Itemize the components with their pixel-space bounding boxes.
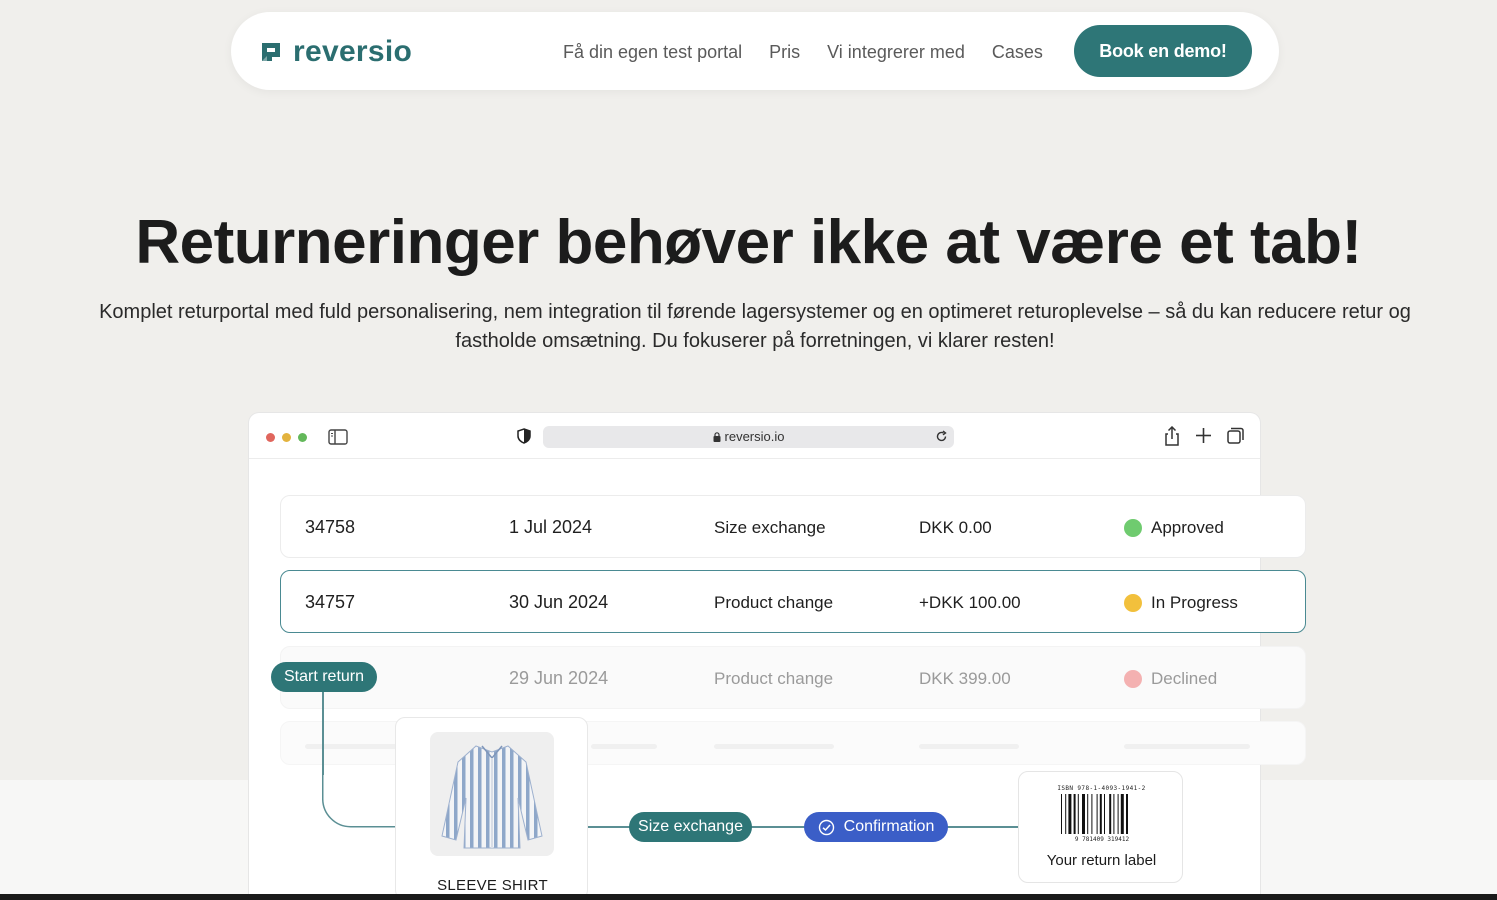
address-bar[interactable]: reversio.io bbox=[543, 426, 954, 448]
return-amount: DKK 0.00 bbox=[919, 517, 992, 537]
isbn-text: ISBN 978-1-4093-1941-2 bbox=[1057, 785, 1146, 792]
return-amount: DKK 399.00 bbox=[919, 668, 1011, 688]
reload-icon[interactable] bbox=[935, 430, 948, 443]
shield-icon bbox=[517, 428, 531, 444]
hero-subtitle-line2: fastholde omsætning. Du fokuserer på for… bbox=[455, 330, 1055, 352]
browser-toolbar: reversio.io bbox=[249, 413, 1260, 459]
return-id: 34758 bbox=[305, 517, 356, 537]
return-label-card[interactable]: ISBN 978-1-4093-1941-2 9 781409 319412 Y… bbox=[1018, 771, 1183, 883]
bottom-edge bbox=[0, 894, 1497, 900]
top-navigation: reversio Få din egen test portal Pris Vi… bbox=[231, 12, 1279, 90]
return-amount: +DKK 100.00 bbox=[919, 592, 1021, 612]
hero-subtitle-line1: Komplet returportal med fuld personalise… bbox=[99, 301, 1411, 323]
lock-icon bbox=[713, 432, 721, 442]
status-label: In Progress bbox=[1151, 592, 1238, 612]
shirt-icon bbox=[441, 745, 543, 849]
confirmation-label: Confirmation bbox=[843, 818, 935, 835]
url-text: reversio.io bbox=[724, 429, 785, 444]
size-exchange-badge: Size exchange bbox=[629, 812, 752, 842]
flow-connector bbox=[322, 690, 324, 775]
status-dot-approved bbox=[1124, 518, 1142, 537]
product-image bbox=[430, 732, 554, 856]
return-row[interactable]: 34757 30 Jun 2024 Product change +DKK 10… bbox=[280, 570, 1306, 633]
sidebar-icon bbox=[328, 429, 348, 445]
check-circle-icon bbox=[818, 819, 834, 835]
placeholder-line bbox=[305, 744, 405, 749]
logo[interactable]: reversio bbox=[259, 36, 412, 68]
return-status: Declined bbox=[1124, 647, 1217, 710]
placeholder-line bbox=[919, 744, 1019, 749]
reversio-logo-icon bbox=[262, 43, 280, 61]
status-label: Approved bbox=[1151, 517, 1224, 537]
return-date: 29 Jun 2024 bbox=[509, 668, 609, 688]
url-display: reversio.io bbox=[543, 429, 954, 445]
status-label: Declined bbox=[1151, 668, 1218, 688]
return-status: Approved bbox=[1124, 496, 1224, 559]
window-minimize-dot bbox=[282, 433, 291, 442]
confirmation-badge: Confirmation bbox=[804, 812, 948, 842]
return-status: In Progress bbox=[1124, 571, 1238, 634]
return-label-text: Your return label bbox=[1046, 852, 1157, 869]
nav-link-pris[interactable]: Pris bbox=[769, 40, 800, 64]
product-card[interactable]: SLEEVE SHIRT bbox=[395, 717, 588, 900]
return-type: Product change bbox=[714, 592, 834, 612]
return-date: 30 Jun 2024 bbox=[509, 592, 609, 612]
return-type: Product change bbox=[714, 668, 834, 688]
nav-link-cases[interactable]: Cases bbox=[992, 40, 1043, 64]
nav-link-test-portal[interactable]: Få din egen test portal bbox=[563, 40, 742, 64]
return-date: 1 Jul 2024 bbox=[509, 517, 593, 537]
nav-links: Få din egen test portal Pris Vi integrer… bbox=[563, 40, 1070, 64]
share-icon[interactable] bbox=[1163, 426, 1181, 446]
placeholder-line bbox=[714, 744, 834, 749]
logo-text: reversio bbox=[293, 35, 413, 68]
status-dot-declined bbox=[1124, 669, 1142, 688]
barcode-icon: 9 781409 319412 bbox=[1061, 794, 1130, 843]
placeholder-line bbox=[1124, 744, 1250, 749]
window-close-dot bbox=[266, 433, 275, 442]
hero-title: Returneringer behøver ikke at være et ta… bbox=[135, 208, 1362, 277]
plus-icon[interactable] bbox=[1195, 427, 1212, 444]
status-dot-in-progress bbox=[1124, 593, 1142, 612]
barcode-digits: 9 781409 319412 bbox=[1075, 836, 1130, 843]
product-name: SLEEVE SHIRT bbox=[437, 877, 548, 894]
start-return-button[interactable]: Start return bbox=[271, 662, 377, 692]
return-id: 34757 bbox=[305, 592, 356, 612]
return-row[interactable]: 29 Jun 2024 Product change DKK 399.00 De… bbox=[280, 646, 1306, 709]
return-row[interactable]: 34758 1 Jul 2024 Size exchange DKK 0.00 … bbox=[280, 495, 1306, 558]
book-demo-button[interactable]: Book en demo! bbox=[1074, 25, 1252, 77]
window-maximize-dot bbox=[298, 433, 307, 442]
return-type: Size exchange bbox=[714, 517, 826, 537]
hero-subtitle: Komplet returportal med fuld personalise… bbox=[70, 298, 1440, 356]
flow-connector-curve bbox=[322, 770, 402, 828]
tabs-icon[interactable] bbox=[1227, 427, 1244, 444]
nav-link-integrations[interactable]: Vi integrerer med bbox=[827, 40, 965, 64]
placeholder-line bbox=[591, 744, 657, 749]
